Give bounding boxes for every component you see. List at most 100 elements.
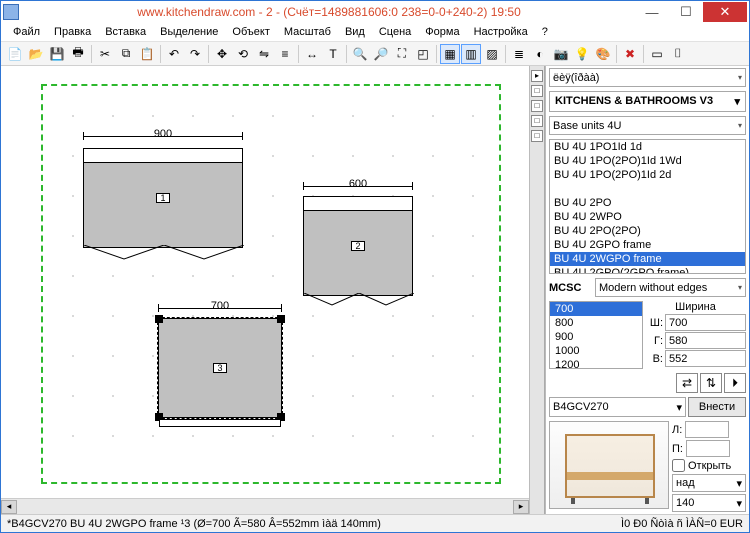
flip-v-icon[interactable]: ⇅ [700,373,722,393]
list-item[interactable]: 800 [550,316,642,330]
list-item[interactable]: 900 [550,330,642,344]
horizontal-scrollbar[interactable]: ◂ ▸ [1,498,529,514]
side-panel: ëèÿ(îðàà)▾ KITCHENS & BATHROOMS V3▾ Base… [545,66,749,514]
menu-insert[interactable]: Вставка [99,24,152,40]
undo-icon[interactable]: ↶ [164,44,184,64]
menu-view[interactable]: Вид [339,24,371,40]
zoom-in-icon[interactable]: 🔍 [350,44,370,64]
menubar: Файл Правка Вставка Выделение Объект Мас… [1,23,749,42]
minimize-button[interactable]: — [635,2,669,22]
scroll-right-icon[interactable]: ▸ [513,500,529,514]
tab-4-icon[interactable]: □ [531,115,543,127]
light-icon[interactable]: 💡 [572,44,592,64]
camera-icon[interactable]: 📷 [551,44,571,64]
app-icon [3,4,19,20]
copy-icon[interactable]: ⧉ [116,44,136,64]
list-item[interactable]: BU 4U 1PO1Id 1d [550,140,745,154]
menu-edit[interactable]: Правка [48,24,97,40]
height-input[interactable] [665,350,746,367]
move-icon[interactable]: ✥ [212,44,232,64]
zoom-area-icon[interactable]: ◰ [413,44,433,64]
furniture-item-1[interactable]: 1 [83,148,243,248]
menu-help[interactable]: ? [536,24,554,40]
right-offset-input[interactable] [686,440,730,457]
list-item[interactable] [550,182,745,196]
list-item[interactable]: 1000 [550,344,642,358]
cut-icon[interactable]: ✂ [95,44,115,64]
menu-settings[interactable]: Настройка [468,24,534,40]
depth-input[interactable] [665,332,746,349]
mirror-icon[interactable]: ⇋ [254,44,274,64]
list-item[interactable]: BU 4U 2WPO [550,210,745,224]
style-select[interactable]: Modern without edges▾ [595,278,746,297]
list-item[interactable]: 700 [550,302,642,316]
menu-selection[interactable]: Выделение [154,24,224,40]
text-icon[interactable]: T [323,44,343,64]
dim-icon[interactable]: ↔ [302,44,322,64]
maximize-button[interactable]: ☐ [669,2,703,22]
list-item[interactable]: BU 4U 2GPO frame [550,238,745,252]
menu-object[interactable]: Объект [226,24,275,40]
titlebar: www.kitchendraw.com - 2 - (Счёт=14898816… [1,1,749,23]
menu-scale[interactable]: Масштаб [278,24,337,40]
print-icon[interactable]: 🖶 [68,44,88,64]
open-checkbox[interactable] [672,459,685,472]
redo-icon[interactable]: ↷ [185,44,205,64]
status-left: *B4GCV270 BU 4U 2WGPO frame ¹3 (Ø=700 Ã=… [7,518,381,530]
new-icon[interactable]: 📄 [5,44,25,64]
flip-h-icon[interactable]: ⇄ [676,373,698,393]
paste-icon[interactable]: 📋 [137,44,157,64]
insert-button[interactable]: Внести [688,397,746,417]
save-icon[interactable]: 💾 [47,44,67,64]
video-icon[interactable]: ⏵ [724,373,746,393]
open-icon[interactable]: 📂 [26,44,46,64]
furniture-item-2[interactable]: 2 [303,196,413,296]
toolbar: 📄 📂 💾 🖶 ✂ ⧉ 📋 ↶ ↷ ✥ ⟲ ⇋ ≡ ↔ T 🔍 🔎 ⛶ ◰ ▦ … [1,42,749,66]
tab-3-icon[interactable]: □ [531,100,543,112]
menu-file[interactable]: Файл [7,24,46,40]
door-icon[interactable]: ⌷ [668,44,688,64]
dimension-label: 600 [303,178,413,190]
left-offset-input[interactable] [685,421,729,438]
color-icon[interactable]: 🎨 [593,44,613,64]
width-input[interactable] [665,314,746,331]
size-listbox[interactable]: 70080090010001200 [549,301,643,369]
list-item[interactable]: BU 4U 2PO(2PO) [550,224,745,238]
furniture-item-3[interactable]: 3 [158,318,282,418]
status-bar: *B4GCV270 BU 4U 2WGPO frame ¹3 (Ø=700 Ã=… [1,514,749,532]
drawing-canvas[interactable]: 900 1 600 2 [1,66,529,498]
list-item[interactable]: BU 4U 2GPO(2GPO frame) [550,266,745,274]
zoom-out-icon[interactable]: 🔎 [371,44,391,64]
list-item[interactable]: BU 4U 1PO(2PO)1Id 2d [550,168,745,182]
persp-icon[interactable]: ▨ [482,44,502,64]
close-button[interactable]: ✕ [703,2,747,22]
list-item[interactable]: BU 4U 1PO(2PO)1Id 1Wd [550,154,745,168]
category-select[interactable]: Base units 4U▾ [549,116,746,135]
catalog-select[interactable]: KITCHENS & BATHROOMS V3▾ [549,91,746,112]
render-icon[interactable]: ◐ [530,44,550,64]
style-code: MCSC [549,282,593,294]
stop-icon[interactable]: ✖ [620,44,640,64]
tab-2-icon[interactable]: □ [531,85,543,97]
wall-icon[interactable]: ▭ [647,44,667,64]
scroll-left-icon[interactable]: ◂ [1,500,17,514]
placement-select[interactable]: над▾ [672,474,746,492]
menu-shape[interactable]: Форма [419,24,465,40]
list-item[interactable]: 1200 [550,358,642,369]
search-field[interactable]: ëèÿ(îðàà)▾ [549,68,746,87]
list-item[interactable]: BU 4U 2PO [550,196,745,210]
tab-5-icon[interactable]: □ [531,130,543,142]
item-listbox[interactable]: BU 4U 1PO1Id 1dBU 4U 1PO(2PO)1Id 1WdBU 4… [549,139,746,274]
plan-icon[interactable]: ▦ [440,44,460,64]
qty-select[interactable]: 140▾ [672,494,746,512]
list-item[interactable]: BU 4U 2WGPO frame [550,252,745,266]
rotate-icon[interactable]: ⟲ [233,44,253,64]
tab-catalog-icon[interactable]: ▸ [531,70,543,82]
align-icon[interactable]: ≡ [275,44,295,64]
layers-icon[interactable]: ≣ [509,44,529,64]
window-title: www.kitchendraw.com - 2 - (Счёт=14898816… [23,5,635,19]
menu-scene[interactable]: Сцена [373,24,417,40]
zoom-fit-icon[interactable]: ⛶ [392,44,412,64]
elevation-icon[interactable]: ▥ [461,44,481,64]
product-code-select[interactable]: B4GCV270▾ [549,397,686,417]
